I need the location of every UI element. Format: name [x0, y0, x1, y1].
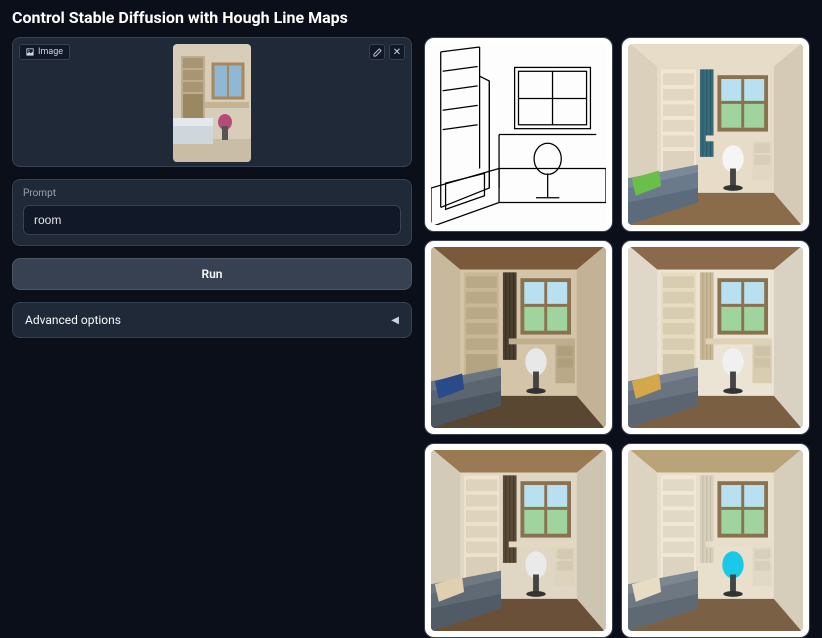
generated-room-1-image: [628, 44, 803, 225]
image-upload-panel[interactable]: Image ✕: [12, 37, 412, 167]
pencil-icon: [373, 48, 382, 57]
prompt-panel: Prompt: [12, 179, 412, 246]
chevron-left-icon: ◀: [391, 315, 399, 326]
generated-room-5[interactable]: [621, 443, 810, 638]
generated-room-1[interactable]: [621, 37, 810, 232]
prompt-label: Prompt: [23, 188, 401, 199]
generated-room-3-image: [628, 247, 803, 428]
clear-image-button[interactable]: ✕: [389, 44, 405, 60]
advanced-options-toggle[interactable]: Advanced options ◀: [12, 302, 412, 338]
results-grid: [424, 37, 810, 628]
image-icon: [26, 48, 34, 56]
hough-line-map[interactable]: [424, 37, 613, 232]
generated-room-2-image: [431, 247, 606, 428]
page-title: Control Stable Diffusion with Hough Line…: [12, 8, 810, 27]
hough-line-map-image: [431, 44, 606, 225]
run-button[interactable]: Run: [12, 258, 412, 290]
controls-column: Image ✕: [12, 37, 412, 628]
close-icon: ✕: [393, 47, 401, 58]
prompt-input[interactable]: [23, 205, 401, 235]
advanced-options-label: Advanced options: [25, 313, 121, 327]
edit-image-button[interactable]: [369, 44, 385, 60]
generated-room-4-image: [431, 450, 606, 631]
uploaded-image-preview: [173, 44, 251, 162]
generated-room-5-image: [628, 450, 803, 631]
generated-room-2[interactable]: [424, 240, 613, 435]
image-tag: Image: [19, 44, 70, 60]
generated-room-4[interactable]: [424, 443, 613, 638]
image-tag-label: Image: [38, 47, 63, 57]
generated-room-3[interactable]: [621, 240, 810, 435]
